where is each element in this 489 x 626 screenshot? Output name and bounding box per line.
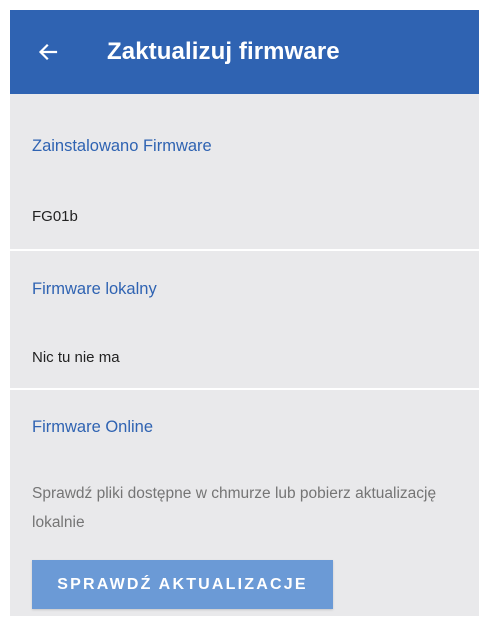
installed-firmware-label: Zainstalowano Firmware: [32, 137, 212, 155]
local-firmware-section: Firmware lokalny Nic tu nie ma: [10, 251, 479, 390]
installed-firmware-value: FG01b: [32, 208, 78, 225]
arrow-left-icon: [38, 43, 58, 61]
local-firmware-label: Firmware lokalny: [32, 280, 157, 298]
online-firmware-description: Sprawdź pliki dostępne w chmurze lub pob…: [32, 485, 437, 531]
online-firmware-section: Firmware Online Sprawdź pliki dostępne w…: [10, 390, 479, 616]
firmware-update-screen: Zaktualizuj firmware Zainstalowano Firmw…: [10, 10, 479, 616]
page-title: Zaktualizuj firmware: [107, 38, 340, 65]
installed-firmware-section: Zainstalowano Firmware FG01b: [10, 94, 479, 251]
check-updates-button[interactable]: SPRAWDŹ AKTUALIZACJE: [32, 560, 333, 609]
back-button[interactable]: [32, 36, 64, 68]
online-firmware-label: Firmware Online: [32, 418, 154, 436]
local-firmware-value: Nic tu nie ma: [32, 349, 120, 366]
app-bar: Zaktualizuj firmware: [10, 10, 479, 94]
